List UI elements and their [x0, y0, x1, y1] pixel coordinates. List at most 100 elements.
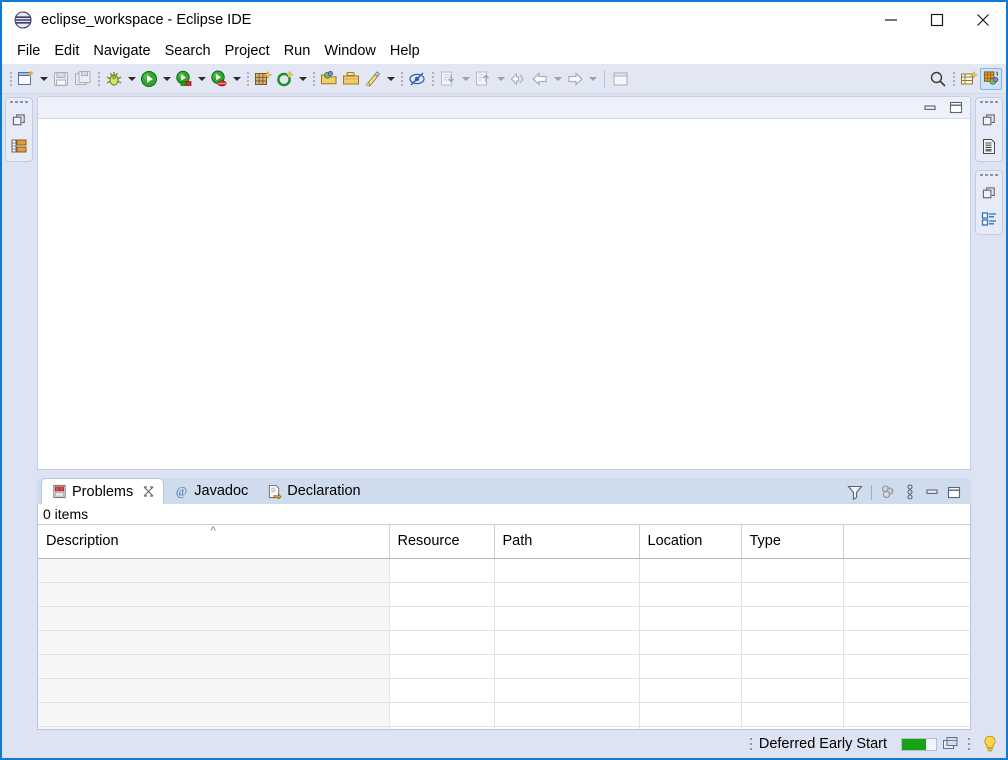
- javadoc-at-icon: @: [173, 483, 189, 499]
- new-class-dropdown-arrow[interactable]: [296, 68, 309, 90]
- open-perspective-icon[interactable]: [958, 68, 980, 90]
- column-header-location[interactable]: Location: [639, 525, 742, 559]
- table-row[interactable]: [38, 558, 970, 583]
- column-header-description[interactable]: ^ Description: [38, 525, 390, 559]
- tab-problems[interactable]: Problems: [41, 478, 165, 504]
- trim-drag-dots[interactable]: [980, 174, 998, 176]
- table-row[interactable]: [38, 654, 970, 679]
- menu-item-help[interactable]: Help: [383, 41, 427, 61]
- minimize-icon[interactable]: [923, 483, 941, 501]
- sort-ascending-icon: ^: [210, 525, 216, 537]
- toggle-mark-occurrences-icon[interactable]: [406, 68, 428, 90]
- problems-view: Problems @ Javadoc Declaration 0 items ^…: [37, 478, 971, 730]
- maximize-icon[interactable]: [945, 483, 963, 501]
- column-header-description-label: Description: [46, 533, 119, 550]
- toolbar-grip[interactable]: [7, 69, 14, 89]
- progress-bar: [901, 737, 937, 751]
- left-trim-stack: [2, 94, 36, 730]
- right-minimized-stack-outline: [975, 97, 1003, 162]
- menu-item-run[interactable]: Run: [277, 41, 318, 61]
- problems-view-toolbar: [846, 483, 971, 504]
- column-header-filler: [843, 525, 970, 559]
- new-java-project-icon[interactable]: [252, 68, 274, 90]
- window-title: eclipse_workspace - Eclipse IDE: [41, 12, 252, 28]
- view-toolbar-separator: [871, 484, 872, 500]
- declaration-icon: [266, 483, 282, 499]
- toolbar-grip-3[interactable]: [244, 69, 251, 89]
- backward-history-icon: [529, 68, 551, 90]
- run-external-tools-icon[interactable]: [208, 68, 230, 90]
- table-row[interactable]: [38, 630, 970, 655]
- run-coverage-icon[interactable]: [173, 68, 195, 90]
- task-list-icon[interactable]: [979, 209, 999, 229]
- table-row[interactable]: [38, 582, 970, 607]
- java-perspective-icon[interactable]: [980, 67, 1002, 90]
- outline-icon[interactable]: [979, 136, 999, 156]
- debug-icon[interactable]: [103, 68, 125, 90]
- forward-history-dropdown-arrow: [586, 68, 599, 90]
- status-grip-2[interactable]: [965, 735, 972, 753]
- menu-item-search[interactable]: Search: [158, 41, 218, 61]
- column-header-path[interactable]: Path: [494, 525, 640, 559]
- menu-item-file[interactable]: File: [10, 41, 47, 61]
- debug-dropdown-arrow[interactable]: [125, 68, 138, 90]
- close-button[interactable]: [960, 2, 1006, 38]
- toolbar-grip-5[interactable]: [398, 69, 405, 89]
- trim-drag-dots[interactable]: [10, 101, 28, 103]
- editor-area: [37, 96, 971, 470]
- filter-icon[interactable]: [846, 483, 864, 501]
- tip-of-the-day-icon[interactable]: [980, 735, 1000, 753]
- menu-item-edit[interactable]: Edit: [47, 41, 86, 61]
- table-row[interactable]: [38, 702, 970, 727]
- minimize-icon[interactable]: [922, 101, 938, 115]
- previous-annotation-icon: [437, 68, 459, 90]
- restore-icon[interactable]: [979, 110, 999, 130]
- table-row[interactable]: [38, 606, 970, 631]
- skip-all-breakpoints-dropdown-arrow[interactable]: [384, 68, 397, 90]
- open-type-icon[interactable]: [318, 68, 340, 90]
- window-controls: [868, 2, 1006, 38]
- new-class-icon[interactable]: [274, 68, 296, 90]
- column-header-type[interactable]: Type: [741, 525, 844, 559]
- menu-item-navigate[interactable]: Navigate: [86, 41, 157, 61]
- status-grip[interactable]: [748, 735, 755, 753]
- trim-drag-dots[interactable]: [980, 101, 998, 103]
- toolbar-grip-2[interactable]: [95, 69, 102, 89]
- run-dropdown-arrow[interactable]: [160, 68, 173, 90]
- run-coverage-dropdown-arrow[interactable]: [195, 68, 208, 90]
- search-icon[interactable]: [927, 68, 949, 90]
- table-row[interactable]: [38, 678, 970, 703]
- group-by-icon[interactable]: [879, 483, 897, 501]
- run-icon[interactable]: [138, 68, 160, 90]
- maximize-button[interactable]: [914, 2, 960, 38]
- back-icon: [507, 68, 529, 90]
- progress-view-icon[interactable]: [941, 735, 961, 753]
- table-header-row: ^ Description Resource Path Location Typ…: [38, 525, 970, 559]
- menu-item-window[interactable]: Window: [317, 41, 383, 61]
- package-explorer-icon[interactable]: [9, 136, 29, 156]
- new-wizard-dropdown-arrow[interactable]: [37, 68, 50, 90]
- tab-declaration[interactable]: Declaration: [257, 478, 369, 504]
- column-header-resource[interactable]: Resource: [389, 525, 495, 559]
- forward-history-icon: [564, 68, 586, 90]
- minimize-button[interactable]: [868, 2, 914, 38]
- toolbar-grip-4[interactable]: [310, 69, 317, 89]
- restore-icon[interactable]: [9, 110, 29, 130]
- open-task-icon[interactable]: [340, 68, 362, 90]
- status-bar: Deferred Early Start: [2, 730, 1006, 758]
- view-menu-icon[interactable]: [901, 483, 919, 501]
- toolbar-grip-6[interactable]: [429, 69, 436, 89]
- skip-all-breakpoints-icon[interactable]: [362, 68, 384, 90]
- new-wizard-icon[interactable]: [15, 68, 37, 90]
- run-external-tools-dropdown-arrow[interactable]: [230, 68, 243, 90]
- perspective-grip[interactable]: [950, 69, 957, 89]
- restore-icon[interactable]: [979, 183, 999, 203]
- menu-item-project[interactable]: Project: [218, 41, 277, 61]
- left-minimized-stack: [5, 97, 33, 162]
- tab-javadoc[interactable]: @ Javadoc: [164, 478, 257, 504]
- maximize-icon[interactable]: [948, 101, 964, 115]
- close-icon[interactable]: [142, 486, 154, 498]
- problems-icon: [51, 484, 67, 500]
- main-toolbar: [2, 64, 1006, 94]
- editor-canvas[interactable]: [38, 119, 970, 469]
